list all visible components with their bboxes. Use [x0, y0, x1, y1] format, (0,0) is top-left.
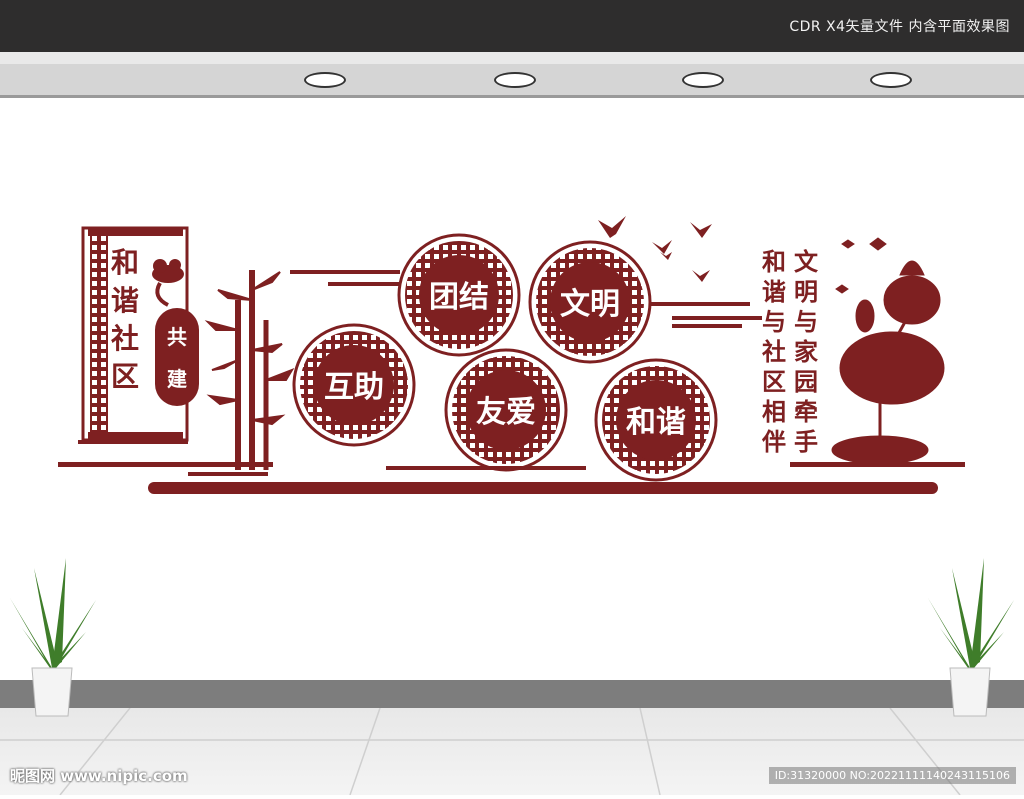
circle-label: 团结 [429, 280, 489, 315]
circle-label: 文明 [560, 287, 620, 322]
vertical-title-char: 社 [111, 322, 139, 355]
watermark-left: 昵图网 www.nipic.com [10, 767, 188, 785]
slogan-char: 家 [794, 338, 818, 366]
culture-wall-art: 和 谐 社 区 共 建 团结 文明 互助 友爱 和谐 和 谐 与 社 区 相 伴… [58, 216, 965, 494]
badge-char-top: 共 [167, 325, 187, 349]
circle-label: 互助 [324, 370, 384, 405]
cloud-ornament-icon [152, 259, 184, 307]
bamboo-icon [204, 270, 295, 470]
slogan-char: 明 [794, 278, 818, 306]
slogan-char: 社 [762, 338, 786, 366]
circle-label: 友爱 [476, 395, 536, 430]
potted-plant-left-icon [10, 558, 96, 717]
slogan-char: 与 [794, 308, 818, 336]
slogan-right-column: 文 明 与 家 园 牵 手 [794, 248, 819, 456]
slogan-char: 牵 [794, 398, 818, 426]
slogan-char: 和 [762, 248, 786, 276]
vertical-title-char: 区 [111, 360, 139, 393]
slogan-char: 手 [794, 428, 818, 456]
slogan-char: 文 [794, 248, 819, 276]
slogan-char: 园 [794, 368, 818, 396]
slogan-char: 与 [762, 308, 786, 336]
potted-plant-right-icon [928, 558, 1014, 717]
slogan-left-column: 和 谐 与 社 区 相 伴 [761, 248, 786, 456]
slogan-char: 区 [762, 368, 786, 396]
lotus-icon [831, 237, 945, 465]
badge [155, 308, 199, 406]
vertical-title-char: 谐 [111, 284, 139, 317]
circle-label: 和谐 [626, 405, 686, 440]
slogan-char: 谐 [762, 278, 786, 306]
watermark-right: ID:31320000 NO:20221111140243115106 [768, 767, 1016, 784]
vertical-title-char: 和 [111, 246, 139, 279]
slogan-char: 相 [762, 398, 786, 426]
badge-char-bottom: 建 [167, 367, 187, 391]
slogan-char: 伴 [761, 428, 786, 456]
